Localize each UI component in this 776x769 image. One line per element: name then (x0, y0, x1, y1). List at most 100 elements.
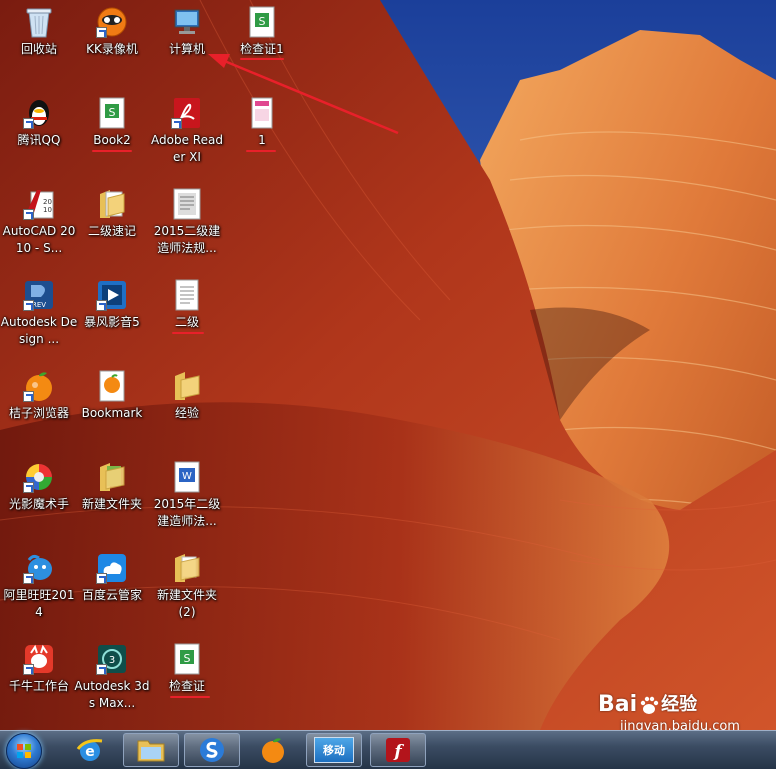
icon-label: Adobe Reader XI (151, 133, 223, 164)
desktop-icon-book2[interactable]: S Book2 (73, 91, 151, 173)
qq-penguin-icon (23, 97, 55, 129)
folder-icon (171, 370, 203, 402)
sogou-browser-icon[interactable] (184, 733, 240, 767)
icon-label: 计算机 (168, 42, 205, 56)
desktop-icon-autocad[interactable]: 20 10 AutoCAD 2010 - S... (0, 182, 78, 264)
svg-text:S: S (259, 15, 266, 28)
annotation-underline (170, 696, 210, 698)
svg-text:20: 20 (43, 198, 52, 206)
icon-label: AutoCAD 2010 - S... (2, 224, 76, 255)
icon-label: Autodesk Design ... (0, 315, 78, 346)
desktop-icon-qianniu[interactable]: 千牛工作台 (0, 637, 78, 719)
baidu-paw-icon (639, 695, 659, 715)
svg-text:S: S (109, 106, 116, 119)
desktop-icon-3dsmax[interactable]: 3 Autodesk 3ds Max... (73, 637, 151, 719)
desktop-icon-autodesk-design[interactable]: REV Autodesk Design ... (0, 273, 78, 355)
autodesk-design-review-icon: REV (23, 279, 55, 311)
svg-text:W: W (182, 471, 192, 482)
icon-label: 千牛工作台 (8, 679, 69, 693)
icon-label: 暴风影音5 (84, 315, 140, 329)
annotation-underline (246, 150, 276, 152)
baofeng-player-icon (96, 279, 128, 311)
desktop-icon-jianchazheng[interactable]: S 检查证 (148, 637, 226, 719)
annotation-underline (92, 150, 132, 152)
nevercenter-photo-icon (23, 461, 55, 493)
icon-label: 检查证1 (240, 42, 284, 56)
desktop-icon-2015-fagui[interactable]: 2015二级建造师法规... (148, 182, 226, 264)
icon-label: 腾讯QQ (17, 133, 61, 147)
desktop-icon-jingyan[interactable]: 经验 (148, 364, 226, 446)
mobile-app-icon[interactable]: 移动 (306, 733, 362, 767)
bookmark-icon (96, 370, 128, 402)
spreadsheet-file-icon: S (246, 6, 278, 38)
baidu-cloud-icon (96, 552, 128, 584)
desktop-icon-2015-wps[interactable]: W 2015年二级建造师法... (148, 455, 226, 537)
watermark-logo-cn: 经验 (661, 694, 698, 715)
icon-label: 二级速记 (87, 224, 136, 238)
folder-icon (96, 188, 128, 220)
desktop-icon-baidu-cloud[interactable]: 百度云管家 (73, 546, 151, 628)
annotation-underline (172, 332, 204, 334)
icon-label: 2015年二级建造师法... (153, 497, 221, 528)
spreadsheet-file-icon: S (171, 643, 203, 675)
document-scan-icon (171, 188, 203, 220)
start-orb-icon[interactable] (6, 733, 42, 769)
orange-browser-icon[interactable] (245, 733, 301, 767)
desktop-icon-erji[interactable]: 二级 (148, 273, 226, 355)
desktop-icon-new-folder[interactable]: 新建文件夹 (73, 455, 151, 537)
svg-text:REV: REV (32, 301, 46, 309)
folder-icon (96, 461, 128, 493)
icon-label: 新建文件夹 (2) (156, 588, 217, 619)
icon-label: 桔子浏览器 (8, 406, 69, 420)
desktop-icon-qq[interactable]: 腾讯QQ (0, 91, 78, 173)
icon-label: 2015二级建造师法规... (153, 224, 221, 255)
desktop-icon-recycle-bin[interactable]: 回收站 (0, 0, 78, 82)
adobe-reader-icon (171, 97, 203, 129)
icon-label: Book2 (93, 133, 131, 147)
kk-recorder-icon (96, 6, 128, 38)
icon-label: 新建文件夹 (81, 497, 142, 511)
desktop-icon-aliwangwang[interactable]: 阿里旺旺2014 (0, 546, 78, 628)
icon-label: KK录像机 (86, 42, 138, 56)
annotation-underline (240, 58, 284, 60)
file-explorer-icon[interactable] (123, 733, 179, 767)
desktop-icon-1[interactable]: 1 (223, 91, 301, 173)
aliwangwang-icon (23, 552, 55, 584)
internet-explorer-icon[interactable]: e (62, 733, 118, 767)
icon-label: 回收站 (20, 42, 57, 56)
desktop-icon-guangying[interactable]: 光影魔术手 (0, 455, 78, 537)
desktop-icon-computer[interactable]: 计算机 (148, 0, 226, 82)
flash-player-icon[interactable]: f (370, 733, 426, 767)
svg-text:10: 10 (43, 206, 52, 214)
taskbar: e 移动 f (0, 730, 776, 769)
svg-text:e: e (85, 744, 95, 760)
spreadsheet-file-icon: S (96, 97, 128, 129)
desktop-icon-bookmark[interactable]: Bookmark (73, 364, 151, 446)
icon-label: 经验 (174, 406, 199, 420)
desktop-icon-new-folder-2[interactable]: 新建文件夹 (2) (148, 546, 226, 628)
desktop-icon-erji-suji[interactable]: 二级速记 (73, 182, 151, 264)
icon-label: Autodesk 3ds Max... (74, 679, 150, 710)
icon-label: 百度云管家 (81, 588, 142, 602)
icon-label: 阿里旺旺2014 (3, 588, 75, 619)
qianniu-icon (23, 643, 55, 675)
computer-icon (171, 6, 203, 38)
orange-browser-icon (23, 370, 55, 402)
image-file-icon (246, 97, 278, 129)
desktop-icon-kk-recorder[interactable]: KK录像机 (73, 0, 151, 82)
icon-label: 二级 (174, 315, 199, 329)
3dsmax-icon: 3 (96, 643, 128, 675)
mobile-app-label: 移动 (323, 744, 345, 757)
desktop-icon-jianchazheng1[interactable]: S 检查证1 (223, 0, 301, 82)
desktop-icon-adobe-reader[interactable]: Adobe Reader XI (148, 91, 226, 173)
icon-label: 光影魔术手 (8, 497, 69, 511)
text-file-icon (171, 279, 203, 311)
icon-label: 检查证 (168, 679, 205, 693)
wps-document-icon: W (171, 461, 203, 493)
svg-text:3: 3 (109, 655, 115, 666)
svg-text:S: S (184, 652, 191, 665)
folder-icon (171, 552, 203, 584)
autocad-icon: 20 10 (23, 188, 55, 220)
desktop-icon-baofeng[interactable]: 暴风影音5 (73, 273, 151, 355)
desktop-icon-orange-browser[interactable]: 桔子浏览器 (0, 364, 78, 446)
